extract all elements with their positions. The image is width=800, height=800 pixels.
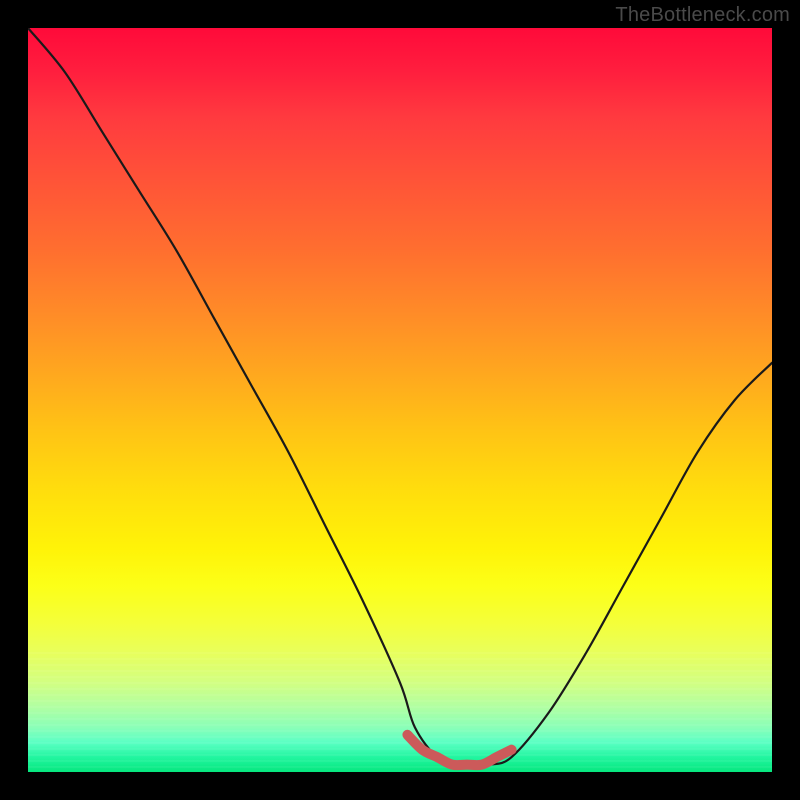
watermark-label: TheBottleneck.com [615,4,790,27]
chart-frame: TheBottleneck.com [0,0,800,800]
curve-layer [28,28,772,772]
bottleneck-curve [28,28,772,765]
plot-area [28,28,772,772]
